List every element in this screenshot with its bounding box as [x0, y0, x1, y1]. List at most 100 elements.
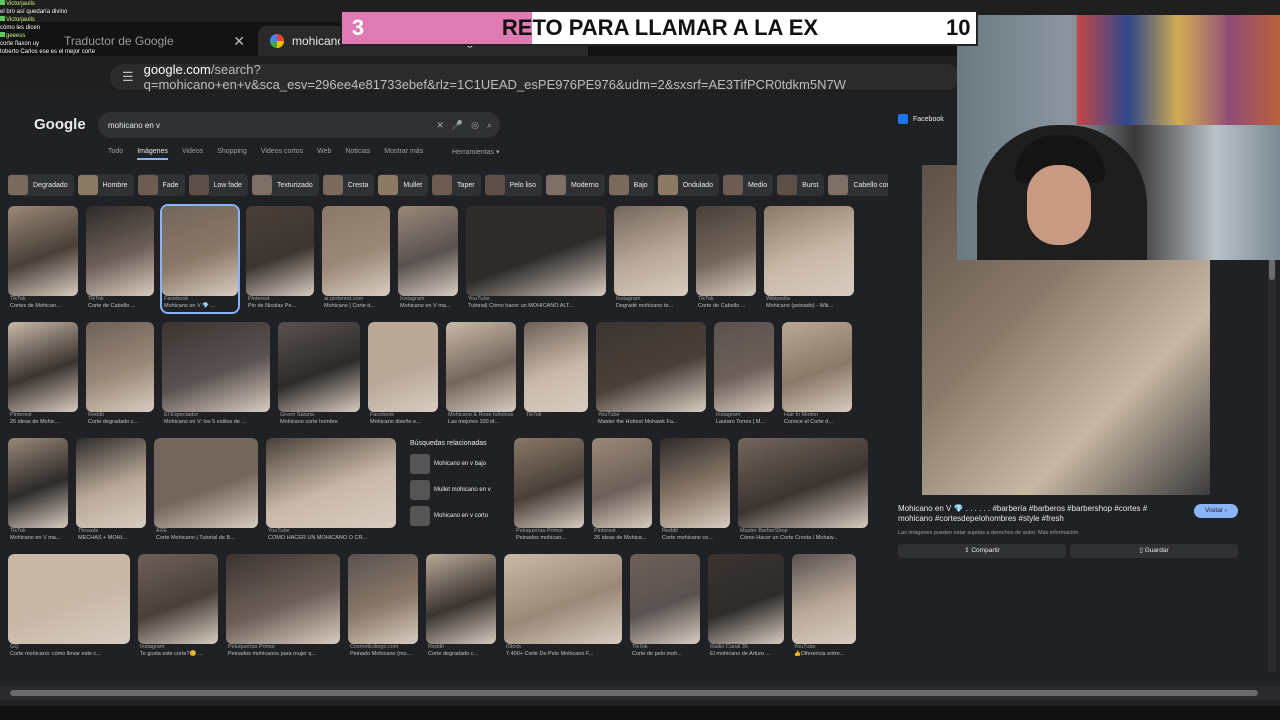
tools-button[interactable]: Herramientas ▾	[452, 148, 499, 156]
result-caption[interactable]: TikTok Corte de pelo moh...	[632, 644, 700, 660]
result-caption[interactable]: Pinterest 26 ideas de Mohic...	[10, 412, 78, 428]
result-thumbnail[interactable]	[596, 322, 706, 412]
scroll-thumb[interactable]	[1269, 258, 1275, 280]
result-thumbnail[interactable]	[226, 554, 340, 644]
result-caption[interactable]: Peluquerías Primor Peinados mohicanos par…	[228, 644, 340, 660]
image-result[interactable]: GQ Corte mohicano: cómo llevar este c...	[8, 554, 130, 660]
image-result[interactable]: AXE Corte Mohicano | Tutorial de B...	[154, 438, 258, 544]
image-result[interactable]: Peluquerías Primor Peinados mohicanos par…	[226, 554, 340, 660]
result-caption[interactable]: Hair In Motion Conoce el Corte d...	[784, 412, 852, 428]
result-thumbnail[interactable]	[446, 322, 516, 412]
filter-chip[interactable]: Pelo liso	[484, 174, 543, 196]
result-thumbnail[interactable]	[266, 438, 396, 528]
result-thumbnail[interactable]	[8, 438, 68, 528]
microphone-icon[interactable]: 🎤	[452, 120, 463, 131]
image-result[interactable]: YouTube COMO HACER UN MOHICANO O CR...	[266, 438, 396, 544]
result-caption[interactable]: TikTok Mohicano en V ma...	[10, 528, 68, 544]
filter-chip[interactable]: Hombre	[77, 174, 134, 196]
address-bar[interactable]: ☰ google.com/search?q=mohicano+en+v&sca_…	[110, 62, 960, 92]
image-result[interactable]: Instagram Lautaro Torres | M...	[714, 322, 774, 428]
result-caption[interactable]: Radio Canal 35 El mohicano de Arturo ...	[710, 644, 784, 660]
result-thumbnail[interactable]	[660, 438, 730, 528]
result-caption[interactable]: Facebook Mohicano en V 💎 ...	[164, 296, 238, 312]
tab-videos[interactable]: Videos	[182, 148, 203, 160]
scroll-thumb[interactable]	[10, 690, 1258, 696]
result-caption[interactable]: El Espectador Mohicano en V: los 5 estilo…	[164, 412, 270, 428]
image-result[interactable]: YouTube Tutorial| Cómo hacer un MOHICANO …	[466, 206, 606, 312]
result-caption[interactable]: YouTube Tutorial| Cómo hacer un MOHICANO …	[468, 296, 606, 312]
result-caption[interactable]: TikTok Corte de Cabello ...	[88, 296, 154, 312]
result-caption[interactable]: Reddit Corte degradado c...	[428, 644, 496, 660]
result-caption[interactable]: Mohicano & Rose fulminos Las mejores 100 …	[448, 412, 516, 428]
image-result[interactable]: Reddit Corte mohicano co...	[660, 438, 730, 544]
share-button[interactable]: ⇪ Compartir	[898, 544, 1066, 558]
image-result[interactable]: iStock 7.400+ Corte De Pelo Mohicano F...	[504, 554, 622, 660]
image-result[interactable]: TikTok Corte de Cabello ...	[86, 206, 154, 312]
result-caption[interactable]: Wikipedia Mohicano (peinado) - Wik...	[766, 296, 854, 312]
result-caption[interactable]: Pinterest Pin de Nicolas Pe...	[248, 296, 314, 312]
site-settings-icon[interactable]: ☰	[122, 69, 134, 85]
image-result[interactable]: Pinterest 26 ideas de Mohic...	[8, 322, 78, 428]
result-thumbnail[interactable]	[76, 438, 146, 528]
tab-videos-cortos[interactable]: Videos cortos	[261, 148, 303, 160]
result-thumbnail[interactable]	[524, 322, 588, 412]
result-thumbnail[interactable]	[348, 554, 418, 644]
result-thumbnail[interactable]	[398, 206, 458, 296]
image-result[interactable]: Cosmeticdiego.com Peinado Mohicano (mo...	[348, 554, 418, 660]
camera-icon[interactable]: ◎	[471, 120, 479, 131]
filter-chip[interactable]: Taper	[432, 174, 481, 196]
result-thumbnail[interactable]	[368, 322, 438, 412]
tab-todo[interactable]: Todo	[108, 148, 123, 160]
filter-chip[interactable]: Texturizado	[251, 174, 319, 196]
result-thumbnail[interactable]	[592, 438, 652, 528]
result-thumbnail[interactable]	[138, 554, 218, 644]
search-input[interactable]: mohicano en v ✕ 🎤 ◎ ⌕	[98, 112, 500, 138]
filter-chip[interactable]: Ondulado	[657, 174, 720, 196]
image-result[interactable]: El Espectador Mohicano en V: los 5 estilo…	[162, 322, 270, 428]
filter-chip[interactable]: Medio	[723, 174, 774, 196]
filter-chip[interactable]: Bajo	[608, 174, 654, 196]
result-thumbnail[interactable]	[8, 322, 78, 412]
filter-chip[interactable]: Mullet	[378, 174, 429, 196]
result-caption[interactable]: iStock 7.400+ Corte De Pelo Mohicano F...	[506, 644, 622, 660]
image-result[interactable]: Instagram Degradé mohicano te...	[614, 206, 688, 312]
google-logo[interactable]: Google	[34, 116, 86, 133]
image-result[interactable]: Facebook Mohicano diseño e...	[368, 322, 438, 428]
result-thumbnail[interactable]	[764, 206, 854, 296]
image-result[interactable]: Instagram Mohicano en V ma...	[398, 206, 458, 312]
result-thumbnail[interactable]	[8, 206, 78, 296]
result-thumbnail[interactable]	[630, 554, 700, 644]
image-result[interactable]: Facebook Mohicano en V 💎 ...	[160, 204, 240, 314]
preview-source[interactable]: Facebook	[898, 114, 944, 124]
result-caption[interactable]: TikTok Cortes de Mohican...	[10, 296, 78, 312]
image-result[interactable]: Peluquerías Primor Peinados mohican...	[514, 438, 584, 544]
related-search-item[interactable]: Mohicano en v bajo	[410, 453, 510, 475]
result-caption[interactable]: YouTube 👍Diferencia entre...	[794, 644, 856, 660]
result-caption[interactable]: YouTube Master the Hottest Mohawk Fa...	[598, 412, 706, 428]
tab-web[interactable]: Web	[317, 148, 331, 160]
result-caption[interactable]: Instagram Lautaro Torres | M...	[716, 412, 774, 428]
filter-chip[interactable]: Degradado	[8, 174, 74, 196]
tab-mostrar-más[interactable]: Mostrar más	[384, 148, 423, 160]
visit-button[interactable]: Visitar ›	[1194, 504, 1238, 518]
result-thumbnail[interactable]	[708, 554, 784, 644]
image-result[interactable]: ar.pinterest.com Mohicano | Corte d...	[322, 206, 390, 312]
result-thumbnail[interactable]	[278, 322, 360, 412]
result-thumbnail[interactable]	[154, 438, 258, 528]
result-caption[interactable]: Instagram Degradé mohicano te...	[616, 296, 688, 312]
clear-icon[interactable]: ✕	[436, 120, 444, 131]
image-result[interactable]: Wikipedia Mohicano (peinado) - Wik...	[764, 206, 854, 312]
result-caption[interactable]: TikTok Corte de Cabello ...	[698, 296, 756, 312]
tab-shopping[interactable]: Shopping	[217, 148, 247, 160]
related-search-item[interactable]: Mullet mohicano en v	[410, 479, 510, 501]
result-thumbnail[interactable]	[322, 206, 390, 296]
result-caption[interactable]: Peluquerías Primor Peinados mohican...	[516, 528, 584, 544]
result-thumbnail[interactable]	[162, 206, 238, 296]
result-thumbnail[interactable]	[738, 438, 868, 528]
result-caption[interactable]: Master BarberShop Cómo Hacer un Corte Cre…	[740, 528, 868, 544]
result-caption[interactable]: Pinterest 26 ideas de Mohica...	[594, 528, 652, 544]
image-result[interactable]: YouTube 👍Diferencia entre...	[792, 554, 856, 660]
result-thumbnail[interactable]	[696, 206, 756, 296]
image-result[interactable]: Reddit Corte degradado c...	[86, 322, 154, 428]
image-result[interactable]: Reddit Corte degradado c...	[426, 554, 496, 660]
